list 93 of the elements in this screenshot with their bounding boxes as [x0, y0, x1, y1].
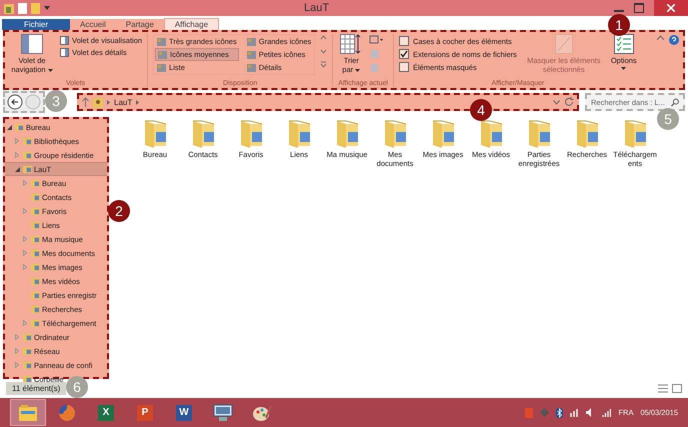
callout-badge: 6: [66, 376, 88, 398]
folder-icon[interactable]: [4, 2, 14, 14]
pane-layout-icon: [60, 48, 69, 57]
folder-icon: [142, 118, 168, 148]
folder-icon: [31, 305, 40, 313]
taskbar-app[interactable]: [10, 399, 46, 426]
ribbon-tab[interactable]: Accueil: [70, 19, 116, 30]
folder-icon: [574, 118, 600, 148]
pane-layout-icon: [60, 36, 69, 45]
signal-icon[interactable]: [602, 408, 612, 417]
caret-icon: [48, 69, 53, 72]
expanded-arrow-icon[interactable]: [15, 166, 20, 172]
folder-icon: [526, 118, 552, 148]
view-icon: [246, 50, 256, 58]
folder-icon: [31, 277, 40, 285]
folder-icon: [31, 179, 40, 187]
view-options-icon[interactable]: [369, 34, 384, 74]
ribbon-tab[interactable]: Partage: [116, 19, 164, 30]
bluetooth-icon[interactable]: [556, 408, 564, 418]
folder-icon: [23, 165, 32, 173]
gallery-scroll-icon[interactable]: [320, 34, 328, 68]
caret-icon: [621, 67, 626, 70]
breadcrumb-link[interactable]: LauT: [114, 98, 132, 106]
folder-icon: [334, 118, 360, 148]
folder-icon: [19, 404, 37, 420]
taskbar-app[interactable]: W: [166, 399, 202, 426]
folder-icon: [15, 123, 24, 131]
monitor-icon: [213, 404, 233, 422]
folder-icon: [622, 118, 648, 148]
callout-badge: 2: [108, 200, 130, 222]
folder-icon: [31, 193, 40, 201]
expanded-arrow-icon[interactable]: [7, 124, 12, 130]
hide-icon: [554, 34, 573, 54]
ribbon-tab[interactable]: Affichage: [164, 18, 220, 30]
folder-icon: [31, 235, 40, 243]
folder-icon: [23, 347, 32, 355]
user-folder-icon: [93, 96, 103, 108]
ribbon-tab[interactable]: Fichier: [2, 19, 70, 30]
folder-icon: [23, 151, 32, 159]
folder-icon: [238, 118, 264, 148]
taskbar-app[interactable]: X: [88, 399, 124, 426]
folder-icon: [23, 137, 32, 145]
search-icon: [671, 98, 679, 106]
folder-icon: [23, 361, 32, 369]
folder-icon: [286, 118, 312, 148]
folder-icon: [190, 118, 216, 148]
large-icons-view-icon[interactable]: [672, 384, 682, 393]
view-icon: [157, 64, 166, 72]
details-view-icon[interactable]: [658, 384, 668, 393]
document-icon[interactable]: [18, 2, 27, 14]
chevron-icon[interactable]: [107, 100, 110, 104]
refresh-icon[interactable]: [564, 97, 574, 107]
browser-icon: [58, 404, 76, 422]
folder-icon: [31, 263, 40, 271]
callout-badge: 5: [657, 108, 679, 130]
dropdown-icon[interactable]: [44, 6, 50, 10]
view-icon: [246, 38, 256, 46]
folder-icon: [31, 319, 40, 327]
folder-icon: [31, 221, 40, 229]
view-icon: [246, 64, 256, 72]
checkbox-box[interactable]: [398, 62, 409, 72]
view-icon: [158, 50, 168, 58]
folder-icon: [478, 118, 504, 148]
palette-icon: [252, 404, 272, 422]
back-icon[interactable]: [7, 94, 23, 110]
folder-icon: [382, 118, 408, 148]
close-button[interactable]: [654, 0, 688, 16]
sort-icon: [340, 34, 362, 54]
checklist-icon: [614, 34, 634, 54]
window-title: LauT: [304, 2, 330, 14]
chevron-icon[interactable]: [136, 100, 140, 104]
checkbox-box[interactable]: [398, 49, 409, 59]
folder-icon[interactable]: [31, 2, 40, 14]
folder-icon: [430, 118, 456, 148]
item-count: 11 élément(s): [6, 382, 66, 395]
folder-icon: [31, 207, 40, 215]
help-icon[interactable]: [669, 35, 679, 45]
close-icon: [667, 4, 675, 12]
dropdown-icon[interactable]: [553, 100, 560, 104]
caret-icon: [355, 69, 360, 72]
callout-badge: 3: [45, 90, 67, 112]
folder-icon: [31, 249, 40, 257]
pane-layout-icon: [21, 34, 43, 54]
network-icon[interactable]: [570, 408, 580, 417]
collapse-icon[interactable]: [657, 35, 664, 40]
folder-icon: [31, 291, 40, 299]
folder-icon: [23, 333, 32, 341]
view-icon: [157, 38, 166, 46]
checkbox-box[interactable]: [398, 36, 409, 46]
callout-badge: 4: [470, 99, 492, 121]
up-arrow-icon[interactable]: [82, 97, 89, 107]
maximize-icon[interactable]: [634, 3, 644, 13]
taskbar-app[interactable]: P: [127, 399, 163, 426]
